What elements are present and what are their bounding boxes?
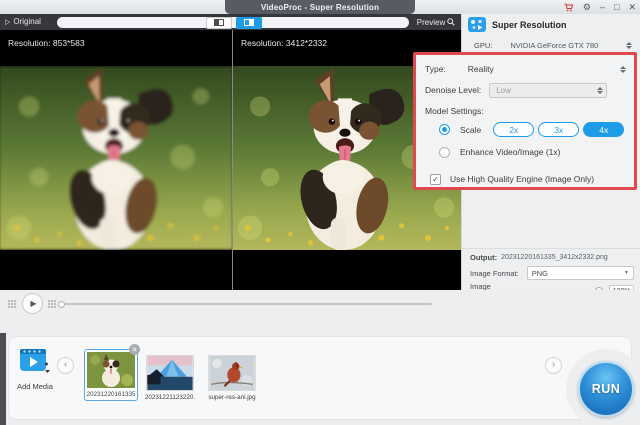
titlebar: VideoProc - Super Resolution ⚙ – □ ✕ bbox=[0, 0, 640, 14]
split-square-icon bbox=[214, 19, 224, 26]
thumbnail-bird bbox=[209, 356, 255, 390]
settings-card: Type: Reality Denoise Level: Low Model S… bbox=[413, 52, 637, 190]
cart-icon[interactable] bbox=[564, 3, 574, 12]
add-media-button[interactable]: Add Media bbox=[14, 348, 56, 391]
output-filename: 20231220161335_3412x2332.png bbox=[501, 254, 608, 261]
scale-3x-button[interactable]: 3x bbox=[538, 122, 579, 137]
enhance-label: Enhance Video/Image (1x) bbox=[460, 147, 561, 157]
scale-label: Scale bbox=[460, 125, 481, 135]
close-button[interactable]: ✕ bbox=[628, 3, 636, 12]
check-icon: ✓ bbox=[432, 175, 439, 184]
side-by-side-view-toggle[interactable] bbox=[206, 17, 232, 29]
play-button[interactable]: ▶ bbox=[22, 293, 43, 314]
media-item[interactable] bbox=[146, 355, 194, 391]
split-square-icon bbox=[244, 19, 254, 26]
denoise-select[interactable]: Low bbox=[489, 83, 607, 98]
denoise-label: Denoise Level: bbox=[425, 85, 481, 95]
progress-strip bbox=[57, 17, 409, 28]
seek-track bbox=[64, 303, 432, 305]
media-item-label: super-res-ani.jpg bbox=[200, 394, 264, 401]
play-icon: ▶ bbox=[30, 299, 36, 308]
scale-2x-button[interactable]: 2x bbox=[493, 122, 534, 137]
add-media-icon bbox=[19, 348, 51, 374]
film-icon bbox=[468, 17, 486, 32]
preview-button[interactable]: Preview bbox=[411, 14, 461, 30]
enhance-radio[interactable] bbox=[439, 147, 450, 158]
thumbnail-iceberg bbox=[147, 356, 193, 390]
gpu-select[interactable]: NVIDIA GeForce GTX 780 bbox=[510, 41, 598, 50]
gpu-label: GPU: bbox=[474, 41, 492, 50]
window-edge bbox=[0, 333, 6, 425]
thumbnail-close-icon[interactable]: ✕ bbox=[129, 344, 140, 355]
dropdown-arrow-icon: ▼ bbox=[624, 270, 629, 276]
original-label: ▷ Original bbox=[5, 17, 41, 26]
model-settings-label: Model Settings: bbox=[425, 106, 484, 116]
original-resolution: Resolution: 853*583 bbox=[8, 38, 85, 48]
window-title: VideoProc - Super Resolution bbox=[225, 0, 415, 14]
panel-title: Super Resolution bbox=[492, 20, 567, 30]
type-label: Type: bbox=[425, 64, 446, 74]
preview-image-original bbox=[0, 66, 232, 250]
media-item-label: 20231220161335 bbox=[85, 391, 137, 398]
image-format-label: Image Format: bbox=[470, 269, 519, 278]
chevron-updown-icon bbox=[596, 86, 603, 95]
gear-icon[interactable]: ⚙ bbox=[583, 3, 591, 12]
enhanced-resolution: Resolution: 3412*2332 bbox=[241, 38, 327, 48]
maximize-button[interactable]: □ bbox=[614, 3, 619, 12]
pane-divider bbox=[232, 30, 233, 290]
chevron-updown-icon[interactable] bbox=[625, 41, 632, 50]
media-item-label: 20231221123220. bbox=[138, 394, 202, 401]
image-format-select[interactable]: PNG ▼ bbox=[527, 266, 634, 280]
media-item-selected[interactable]: 20231220161335 bbox=[84, 349, 138, 401]
minimize-button[interactable]: – bbox=[600, 3, 605, 12]
chevron-left-icon: ‹ bbox=[64, 360, 67, 370]
original-pane[interactable]: Resolution: 853*583 bbox=[0, 30, 232, 290]
prev-frame-icon[interactable] bbox=[8, 300, 16, 308]
thumbnail-dog bbox=[87, 352, 135, 388]
hq-engine-checkbox[interactable]: ✓ bbox=[430, 174, 441, 185]
scroll-left-button[interactable]: ‹ bbox=[57, 357, 74, 374]
media-item[interactable] bbox=[208, 355, 256, 391]
next-frame-icon[interactable] bbox=[48, 300, 56, 308]
play-outline-icon: ▷ bbox=[5, 18, 10, 26]
seek-slider[interactable] bbox=[58, 301, 432, 307]
seek-handle[interactable] bbox=[58, 301, 65, 308]
magnifier-icon bbox=[447, 18, 455, 26]
split-view-toggle[interactable] bbox=[236, 17, 262, 29]
scroll-right-button[interactable]: › bbox=[545, 357, 562, 374]
output-label: Output: bbox=[470, 253, 497, 262]
type-select[interactable]: Reality bbox=[468, 64, 494, 74]
comparison-preview: Resolution: 853*583 Resolution: 3412*233… bbox=[0, 30, 461, 290]
chevron-right-icon: › bbox=[552, 360, 555, 370]
chevron-updown-icon[interactable] bbox=[619, 65, 626, 74]
divider bbox=[462, 248, 640, 249]
hq-engine-label: Use High Quality Engine (Image Only) bbox=[450, 174, 594, 184]
scale-radio[interactable] bbox=[439, 124, 450, 135]
run-button[interactable]: RUN bbox=[578, 361, 634, 417]
scale-4x-button[interactable]: 4x bbox=[583, 122, 624, 137]
